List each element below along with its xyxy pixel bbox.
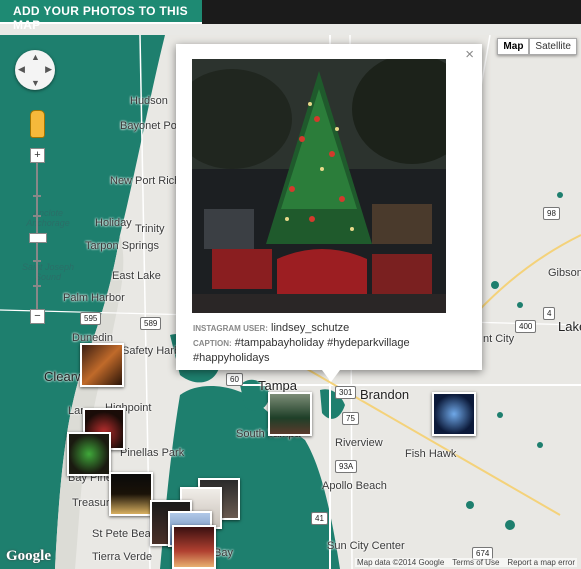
- place-label: Holiday: [95, 217, 132, 229]
- place-label: Clearw: [44, 369, 85, 384]
- place-label: Hudson: [130, 95, 168, 107]
- place-label: Lake: [558, 319, 581, 334]
- water-label: Anclote Anchorage: [26, 208, 70, 228]
- place-label: nt City: [483, 333, 515, 345]
- add-photos-button[interactable]: ADD YOUR PHOTOS TO THIS MAP: [0, 0, 202, 32]
- photo-marker[interactable]: [109, 472, 153, 516]
- map-type-control: Map Satellite: [497, 38, 577, 55]
- place-label: Sun City Center: [327, 540, 405, 552]
- top-banner: ADD YOUR PHOTOS TO THIS MAP: [0, 0, 581, 32]
- terms-link[interactable]: Terms of Use: [452, 558, 499, 567]
- route-shield: 98: [543, 207, 560, 220]
- place-label: Fish Hawk: [405, 448, 457, 460]
- place-label: Brandon: [360, 387, 410, 402]
- popup-info: INSTAGRAM USER: lindsey_schutze CAPTION:…: [193, 321, 463, 365]
- pan-control[interactable]: ▲ ▼ ◀ ▶: [15, 50, 55, 90]
- instagram-user: lindsey_schutze: [271, 322, 350, 334]
- zoom-tick: [33, 260, 41, 262]
- map-type-satellite-button[interactable]: Satellite: [529, 38, 577, 55]
- close-icon[interactable]: ×: [465, 46, 474, 63]
- place-label: Apollo Beach: [322, 480, 387, 492]
- photo-marker[interactable]: [67, 432, 111, 476]
- route-shield: 4: [543, 307, 556, 320]
- water-label: Saint Joseph Sound: [21, 262, 75, 282]
- pan-left-icon[interactable]: ◀: [18, 64, 25, 75]
- zoom-in-button[interactable]: +: [30, 148, 45, 163]
- route-shield: 400: [515, 320, 537, 333]
- christmas-tree-photo: [192, 59, 446, 313]
- map-canvas[interactable]: Hudson Bayonet Point New Port Richey Hol…: [0, 35, 581, 569]
- street-view-pegman-icon[interactable]: [30, 110, 45, 138]
- instagram-user-label: INSTAGRAM USER:: [193, 324, 268, 333]
- place-label: Tarpon Springs: [85, 240, 159, 252]
- zoom-tick: [33, 285, 41, 287]
- photo-marker[interactable]: [432, 392, 476, 436]
- google-logo: Google: [6, 548, 51, 564]
- route-shield: 60: [226, 373, 243, 386]
- place-label: Palm Harbor: [63, 292, 125, 304]
- add-photos-label: ADD YOUR PHOTOS TO THIS MAP: [13, 4, 188, 32]
- report-error-link[interactable]: Report a map error: [507, 558, 575, 567]
- place-label: Tierra Verde: [92, 551, 153, 563]
- route-shield: 93A: [335, 460, 358, 473]
- map-type-map-button[interactable]: Map: [497, 38, 530, 55]
- route-shield: 41: [311, 512, 328, 525]
- caption-label: CAPTION:: [193, 339, 232, 348]
- pan-up-icon[interactable]: ▲: [31, 52, 40, 62]
- map-attribution: Map data ©2014 Google Terms of Use Repor…: [354, 558, 577, 567]
- route-shield: 595: [80, 312, 102, 325]
- photo-marker[interactable]: [268, 392, 312, 436]
- popup-photo: [192, 59, 446, 313]
- place-label: Lar: [68, 405, 84, 417]
- pan-right-icon[interactable]: ▶: [45, 64, 52, 75]
- pan-down-icon[interactable]: ▼: [31, 78, 40, 88]
- map-data-text: Map data ©2014 Google: [356, 558, 445, 567]
- place-label: Riverview: [335, 437, 383, 449]
- photo-marker[interactable]: [172, 525, 216, 569]
- photo-marker[interactable]: [80, 343, 124, 387]
- place-label: Trinity: [135, 223, 165, 235]
- zoom-tick: [33, 195, 41, 197]
- place-label: Pinellas Park: [120, 447, 185, 459]
- zoom-out-button[interactable]: −: [30, 309, 45, 324]
- place-label: Bay: [214, 547, 233, 559]
- photo-popup: × INSTAGRAM USER: lindsey_schutze CAPTIO…: [176, 44, 482, 382]
- zoom-slider-thumb[interactable]: [29, 233, 47, 243]
- place-label: Tampa: [258, 378, 298, 393]
- route-shield: 75: [342, 412, 359, 425]
- place-label: East Lake: [112, 270, 161, 282]
- place-label: Gibson: [548, 267, 581, 279]
- route-shield: 589: [140, 317, 162, 330]
- route-shield: 301: [335, 386, 357, 399]
- zoom-tick: [33, 215, 41, 217]
